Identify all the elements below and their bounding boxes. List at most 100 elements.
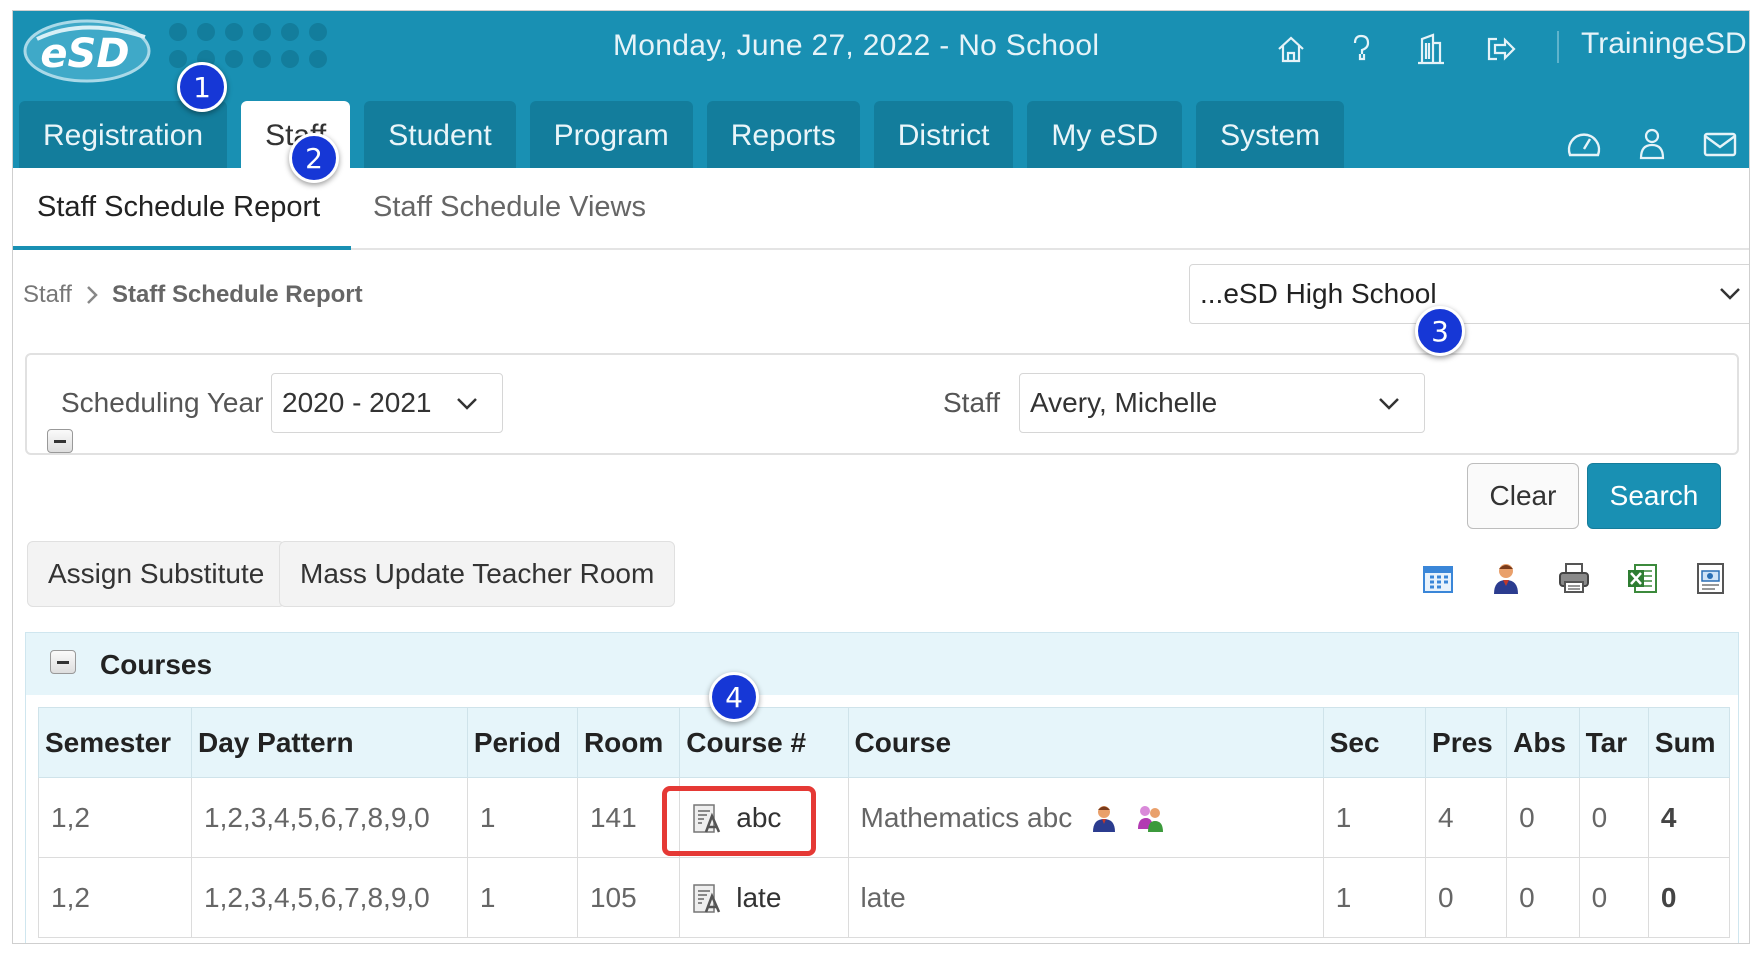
- chevron-down-icon: [1379, 398, 1399, 410]
- staff-select[interactable]: Avery, Michelle: [1019, 373, 1425, 433]
- calendar-icon[interactable]: [1421, 561, 1455, 595]
- tab-student[interactable]: Student: [364, 101, 516, 168]
- assign-substitute-button[interactable]: Assign Substitute: [27, 541, 286, 607]
- dashboard-icon[interactable]: [1565, 127, 1603, 161]
- building-icon[interactable]: [1413, 31, 1449, 67]
- course-name: late: [860, 881, 906, 913]
- app-window: eSD Monday, June 27, 2022 - No School Tr…: [12, 10, 1750, 944]
- present-cell: 0: [1425, 857, 1508, 938]
- mass-update-teacher-room-button[interactable]: Mass Update Teacher Room: [279, 541, 676, 607]
- column-header[interactable]: Course #: [679, 707, 849, 778]
- collapse-filter-icon[interactable]: [47, 429, 73, 453]
- day-pattern-cell: 1,2,3,4,5,6,7,8,9,0: [191, 777, 468, 858]
- help-icon[interactable]: [1343, 31, 1379, 67]
- clear-button[interactable]: Clear: [1467, 463, 1579, 529]
- course-cell: late: [847, 857, 1324, 938]
- step-badge-4: 4: [709, 672, 759, 722]
- date-status: Monday, June 27, 2022 - No School: [613, 29, 1100, 62]
- courses-panel-header: Courses: [26, 633, 1738, 695]
- column-header[interactable]: Sec: [1322, 707, 1427, 778]
- username[interactable]: TrainingeSD: [1581, 27, 1747, 61]
- top-icons: [1273, 31, 1519, 67]
- report-icon[interactable]: [1693, 561, 1727, 595]
- sum-cell: 0: [1647, 857, 1731, 938]
- course-detail-icon[interactable]: [692, 882, 722, 914]
- column-header[interactable]: Semester: [38, 707, 192, 778]
- mail-icon[interactable]: [1701, 127, 1739, 161]
- chevron-down-icon: [1720, 288, 1740, 300]
- school-select-value: ...eSD High School: [1200, 278, 1437, 309]
- section-cell: 1: [1322, 857, 1427, 938]
- column-header[interactable]: Pres: [1425, 707, 1508, 778]
- period-cell: 1: [466, 777, 578, 858]
- home-icon[interactable]: [1273, 31, 1309, 67]
- table-header-row: Semester Day Pattern Period Room Course …: [38, 707, 1731, 778]
- tab-my-esd[interactable]: My eSD: [1027, 101, 1183, 168]
- step-badge-2: 2: [289, 133, 339, 183]
- courses-table: Semester Day Pattern Period Room Course …: [38, 707, 1731, 938]
- main-tabs: Registration Staff Student Program Repor…: [19, 101, 1345, 168]
- teacher-icon[interactable]: [1489, 561, 1523, 595]
- search-button[interactable]: Search: [1587, 463, 1721, 529]
- school-select[interactable]: ...eSD High School: [1189, 264, 1749, 324]
- collapse-courses-icon[interactable]: [50, 650, 76, 674]
- course-name: Mathematics abc: [860, 801, 1073, 833]
- tab-district[interactable]: District: [873, 101, 1014, 168]
- staff-label: Staff: [943, 387, 1001, 418]
- column-header[interactable]: Room: [576, 707, 681, 778]
- present-cell: 4: [1425, 777, 1508, 858]
- breadcrumb-current: Staff Schedule Report: [111, 281, 363, 308]
- tab-reports[interactable]: Reports: [706, 101, 860, 168]
- room-cell: 105: [576, 857, 681, 938]
- excel-icon[interactable]: [1625, 561, 1659, 595]
- logo-text: eSD: [40, 31, 129, 77]
- teacher-icon[interactable]: [1090, 803, 1118, 833]
- decorative-dots: [169, 23, 327, 68]
- sum-cell: 4: [1647, 777, 1731, 858]
- scheduling-year-value: 2020 - 2021: [282, 387, 432, 418]
- users-icon[interactable]: [1633, 127, 1671, 161]
- absent-cell: 0: [1506, 857, 1580, 938]
- breadcrumb-parent[interactable]: Staff: [23, 281, 72, 309]
- tab-system[interactable]: System: [1196, 101, 1345, 168]
- top-bar: eSD Monday, June 27, 2022 - No School Tr…: [13, 11, 1749, 168]
- sub-tabs: Staff Schedule Report Staff Schedule Vie…: [13, 168, 1749, 250]
- column-header[interactable]: Day Pattern: [191, 707, 468, 778]
- column-header[interactable]: Course: [847, 707, 1324, 778]
- students-group-icon[interactable]: [1136, 803, 1164, 833]
- tardy-cell: 0: [1578, 857, 1649, 938]
- column-header[interactable]: Sum: [1647, 707, 1731, 778]
- day-pattern-cell: 1,2,3,4,5,6,7,8,9,0: [191, 857, 468, 938]
- logout-icon[interactable]: [1483, 31, 1519, 67]
- section-cell: 1: [1322, 777, 1427, 858]
- breadcrumb: Staff Staff Schedule Report: [23, 281, 363, 309]
- table-row: 1,2 1,2,3,4,5,6,7,8,9,0 1 141 abc Mathem…: [38, 777, 1731, 858]
- semester-cell: 1,2: [38, 777, 192, 858]
- course-cell: Mathematics abc: [847, 777, 1324, 858]
- course-number-cell: late: [679, 857, 849, 938]
- report-toolbar: [1421, 561, 1727, 595]
- scheduling-year-select[interactable]: 2020 - 2021: [271, 373, 503, 433]
- column-header[interactable]: Period: [466, 707, 578, 778]
- subtab-staff-schedule-report[interactable]: Staff Schedule Report: [13, 168, 351, 250]
- divider: [1557, 31, 1559, 63]
- table-row: 1,2 1,2,3,4,5,6,7,8,9,0 1 105 late late …: [38, 857, 1731, 938]
- course-number-link[interactable]: late: [736, 882, 781, 914]
- chevron-down-icon: [457, 398, 477, 410]
- step-badge-1: 1: [177, 62, 227, 112]
- courses-panel: Courses Semester Day Pattern Period Room…: [25, 632, 1739, 943]
- tardy-cell: 0: [1578, 777, 1649, 858]
- column-header[interactable]: Abs: [1506, 707, 1580, 778]
- tab-program[interactable]: Program: [529, 101, 693, 168]
- filter-panel: Scheduling Year 2020 - 2021 Staff Avery,…: [25, 353, 1739, 455]
- course-number-highlight: [662, 786, 816, 856]
- print-icon[interactable]: [1557, 561, 1591, 595]
- scheduling-year-label: Scheduling Year: [61, 387, 264, 418]
- staff-select-value: Avery, Michelle: [1030, 387, 1218, 418]
- column-header[interactable]: Tar: [1578, 707, 1649, 778]
- period-cell: 1: [466, 857, 578, 938]
- esd-logo[interactable]: eSD: [23, 17, 153, 85]
- chevron-right-icon: [87, 286, 98, 304]
- header-right-icons: [1565, 127, 1739, 161]
- subtab-staff-schedule-views[interactable]: Staff Schedule Views: [373, 168, 646, 250]
